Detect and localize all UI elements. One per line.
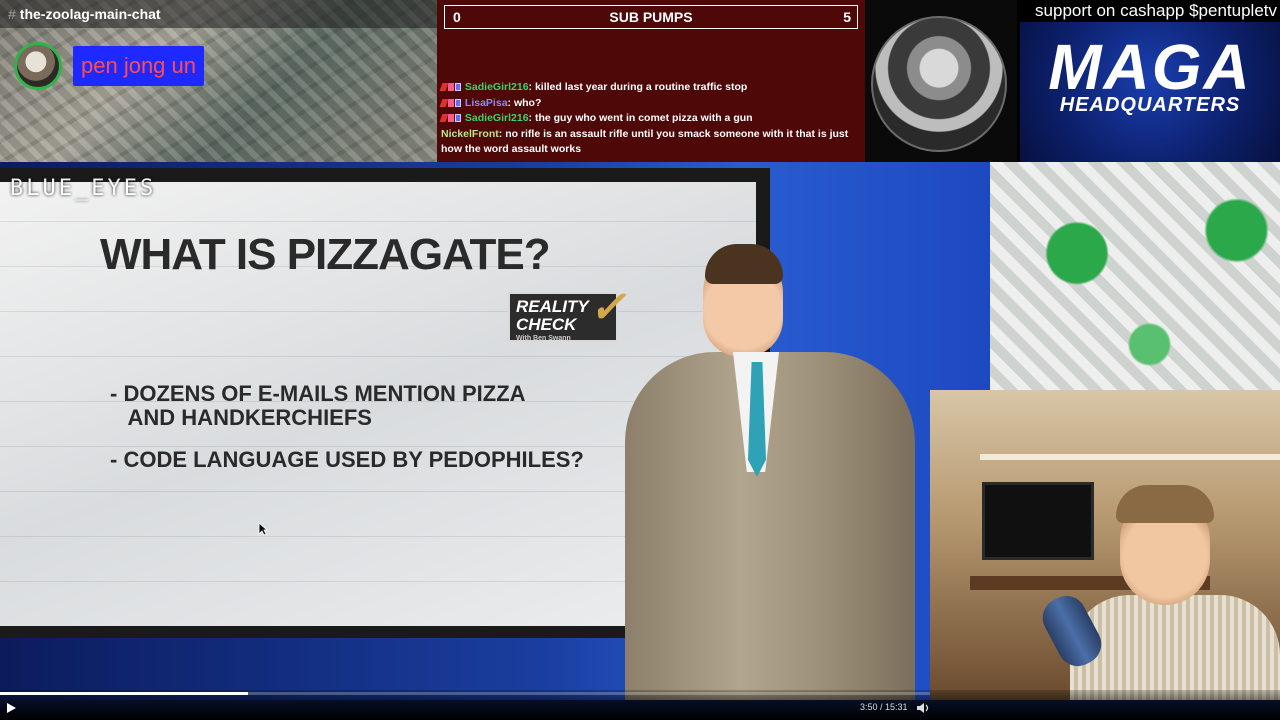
channel-name: the-zoolag-main-chat: [19, 6, 161, 22]
badge-icon: [448, 114, 454, 123]
sub-counter-right: 5: [843, 9, 851, 25]
time-display: 3:50 / 15:31: [860, 702, 908, 712]
chat-panel: 0 SUB PUMPS 5 SadieGirl216: killed last …: [437, 0, 865, 162]
maga-logo-small: HEADQUARTERS: [1059, 94, 1241, 116]
avatar: [14, 42, 62, 90]
cashapp-banner: support on cashapp $pentupletv: [1035, 1, 1277, 20]
channel-bar[interactable]: # the-zoolag-main-chat: [0, 0, 437, 28]
cursor-icon: [258, 522, 268, 536]
overlay-label: BLUE_EYES: [10, 176, 157, 201]
badge-line2: CHECK: [516, 315, 577, 334]
badge-sub: With Ben Swann: [516, 335, 571, 342]
username-label: pen jong un: [73, 46, 204, 86]
chat-text: the guy who went in comet pizza with a g…: [534, 112, 753, 124]
progress-fill: [0, 692, 249, 695]
portrait-panel: [865, 0, 1017, 162]
chat-username[interactable]: SadieGirl216: [465, 112, 529, 124]
chat-messages: SadieGirl216: killed last year during a …: [439, 80, 861, 158]
chat-message: NickelFront: no rifle is an assault rifl…: [441, 127, 849, 156]
slide-title: WHAT IS PIZZAGATE?: [100, 230, 551, 279]
chat-username[interactable]: NickelFront: [441, 128, 499, 140]
checkmark-icon: ✓: [589, 283, 626, 332]
sub-counter: 0 SUB PUMPS 5: [444, 5, 858, 29]
chat-text: who?: [513, 96, 542, 109]
chat-text: no rifle is an assault rifle until you s…: [441, 127, 849, 156]
maga-logo-big: MAGA: [1048, 31, 1252, 103]
badge-icon: [448, 83, 454, 92]
reality-check-badge: REALITY CHECK With Ben Swann ✓: [508, 286, 626, 342]
volume-icon[interactable]: [916, 702, 930, 714]
chat-username[interactable]: LisaPisa: [465, 97, 508, 109]
maga-logo: MAGA HEADQUARTERS: [1020, 22, 1280, 162]
chat-message: SadieGirl216: the guy who went in comet …: [439, 111, 861, 127]
news-anchor: [625, 242, 915, 700]
portrait-image: [871, 16, 1007, 152]
badge-line1: REALITY: [516, 297, 589, 316]
badge-icon: [455, 98, 461, 107]
play-icon[interactable]: [5, 702, 17, 714]
sub-counter-title: SUB PUMPS: [609, 9, 693, 25]
chat-text: killed last year during a routine traffi…: [534, 81, 748, 93]
chat-message: LisaPisa: who?: [439, 96, 861, 112]
slide-bullet: - CODE LANGUAGE USED BY PEDOPHILES?: [110, 447, 584, 472]
hash-icon: #: [8, 6, 16, 22]
pattern-art: [990, 162, 1280, 390]
badge-icon: [448, 98, 454, 107]
chat-message: SadieGirl216: killed last year during a …: [439, 80, 861, 96]
badge-icon: [455, 114, 461, 123]
chat-username[interactable]: SadieGirl216: [465, 81, 529, 93]
maga-panel: support on cashapp $pentupletv MAGA HEAD…: [1017, 0, 1280, 162]
slide-bullet: - DOZENS OF E-MAILS MENTION PIZZA AND HA…: [110, 381, 526, 430]
badge-icon: [455, 83, 461, 92]
main-video[interactable]: WHAT IS PIZZAGATE? REALITY CHECK With Be…: [0, 162, 990, 700]
webcam-feed: [930, 390, 1280, 700]
